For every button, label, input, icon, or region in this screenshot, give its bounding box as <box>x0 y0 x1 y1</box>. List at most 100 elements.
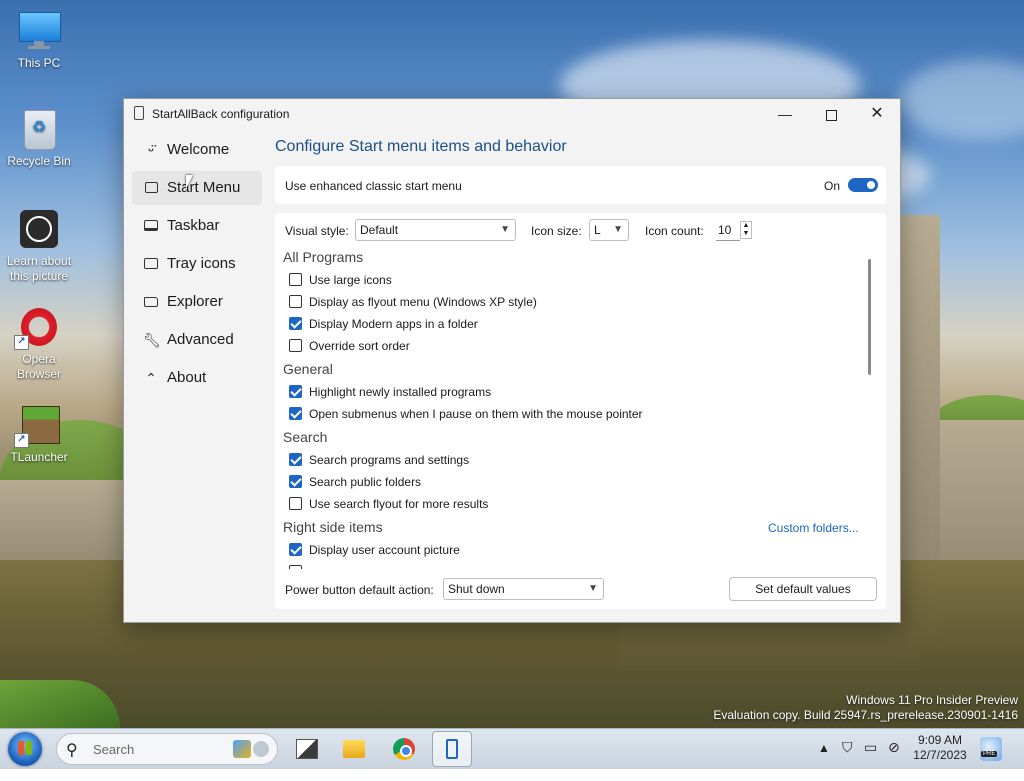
watermark-line1: Windows 11 Pro Insider Preview <box>846 693 1018 707</box>
enhanced-menu-toggle[interactable] <box>848 178 878 192</box>
nav-start-menu[interactable]: Start Menu <box>132 171 262 205</box>
section-all-programs: All Programs <box>283 249 364 265</box>
clock-time: 9:09 AM <box>917 733 963 747</box>
taskbar-icon <box>143 218 159 234</box>
search-highlight-icon <box>253 741 269 757</box>
checkbox-label: Display Modern apps in a folder <box>309 317 478 331</box>
chrome-center <box>400 745 412 757</box>
desktop-icon-this-pc[interactable]: This PC <box>0 10 78 71</box>
desktop-icon-label: This PC <box>17 56 61 70</box>
nav-label: Tray icons <box>167 255 236 272</box>
desktop-icon-opera[interactable]: ↗ Opera Browser <box>0 306 78 382</box>
startallback-window: StartAllBack configuration — ✕ ᵕ̈ Welcom… <box>123 98 901 623</box>
nav-explorer[interactable]: Explorer <box>132 285 262 319</box>
taskbar-chrome[interactable] <box>384 731 424 767</box>
visual-style-select[interactable]: Default ▼ <box>355 219 516 241</box>
taskbar-file-explorer[interactable] <box>334 731 374 767</box>
power-action-label: Power button default action: <box>285 583 434 597</box>
nav-welcome[interactable]: ᵕ̈ Welcome <box>132 133 262 167</box>
taskbar-search[interactable]: ⚲ Search <box>56 733 278 765</box>
checkbox-box[interactable] <box>289 453 302 466</box>
checkbox-box[interactable] <box>289 273 302 286</box>
windows-logo-icon <box>18 741 32 755</box>
set-default-values-button[interactable]: Set default values <box>729 577 877 601</box>
desktop-icon-tlauncher[interactable]: ↗ TLauncher <box>0 404 78 465</box>
taskbar-startallback[interactable] <box>432 731 472 767</box>
watermark-line2: Evaluation copy. Build 25947.rs_prerelea… <box>713 708 1018 722</box>
tray-icon <box>143 256 159 272</box>
shortcut-arrow-icon: ↗ <box>14 335 29 350</box>
checkbox-box[interactable] <box>289 317 302 330</box>
taskbar: ⚲ Search ▲ ⛉ ▭ ⊘ 9:09 AM 12/7/2023 PRE <box>0 728 1024 769</box>
task-view-icon <box>296 739 318 759</box>
power-action-select[interactable]: Shut down ▼ <box>443 578 604 600</box>
chevron-down-icon: ▼ <box>588 583 598 594</box>
nav-label: Advanced <box>167 331 234 348</box>
tray-network-icon[interactable]: ▭ <box>864 739 877 779</box>
checkbox-box[interactable] <box>289 543 302 556</box>
tray-volume-muted-icon[interactable]: ⊘ <box>888 739 900 779</box>
icon-size-value: L <box>594 223 601 237</box>
enhanced-menu-card: Use enhanced classic start menu On <box>275 166 886 204</box>
file-explorer-icon <box>343 740 365 758</box>
chevron-down-icon: ▼ <box>500 224 510 235</box>
about-icon: ⌃ <box>145 370 157 386</box>
smile-icon: ᵕ̈ <box>148 142 154 158</box>
checkbox-box[interactable] <box>289 295 302 308</box>
checkbox-label: Open submenus when I pause on them with … <box>309 407 643 421</box>
maximize-icon <box>825 109 837 121</box>
custom-folders-link[interactable]: Custom folders... <box>768 521 859 535</box>
camera-location-icon <box>18 208 60 250</box>
clock-date: 12/7/2023 <box>913 748 967 762</box>
nav-advanced[interactable]: 🔧︎ Advanced <box>132 323 262 357</box>
startallback-icon <box>446 739 458 759</box>
nav-label: About <box>167 369 207 386</box>
desktop-icon-recycle-bin[interactable]: ♻ Recycle Bin <box>0 108 78 169</box>
nav-about[interactable]: ⌃ About <box>132 361 262 395</box>
start-button[interactable] <box>8 732 42 766</box>
tray-shield-icon[interactable]: ⛉ <box>842 739 853 779</box>
tray-overflow-chevron-icon[interactable]: ▲ <box>818 741 830 781</box>
window-title: StartAllBack configuration <box>152 107 290 121</box>
icon-size-select[interactable]: L ▼ <box>589 219 629 241</box>
power-action-value: Shut down <box>448 582 505 596</box>
desktop-icon-learn-picture[interactable]: Learn about this picture <box>0 208 78 284</box>
wrench-icon: 🔧︎ <box>143 332 161 348</box>
icon-count-value[interactable]: 10 <box>716 220 740 241</box>
checkbox-label: Use large icons <box>309 273 392 287</box>
taskbar-clock[interactable]: 9:09 AM 12/7/2023 <box>912 733 968 763</box>
checkbox-box[interactable] <box>289 339 302 352</box>
app-icon <box>134 106 144 120</box>
start-menu-icon <box>143 180 159 196</box>
visual-style-label: Visual style: <box>285 224 349 238</box>
badge-label: PRE <box>981 751 998 757</box>
checkbox-label: Display user account picture <box>309 543 460 557</box>
checkbox-box[interactable] <box>289 475 302 488</box>
checkbox-label: Use search flyout for more results <box>309 497 489 511</box>
icon-size-label: Icon size: <box>531 224 582 238</box>
desktop-icon-label: Recycle Bin <box>7 154 71 168</box>
close-button[interactable]: ✕ <box>854 99 900 129</box>
minimize-icon: — <box>778 106 792 122</box>
checkbox-box[interactable] <box>289 565 302 569</box>
nav-label: Welcome <box>167 141 230 158</box>
checkbox-box[interactable] <box>289 407 302 420</box>
nav-label: Start Menu <box>167 179 241 196</box>
title-bar[interactable]: StartAllBack configuration — ✕ <box>124 99 900 129</box>
nav-taskbar[interactable]: Taskbar <box>132 209 262 243</box>
maximize-button[interactable] <box>808 99 854 129</box>
opera-icon: ↗ <box>14 306 60 350</box>
stepper-arrows-icon[interactable]: ▲ ▼ <box>740 221 752 239</box>
toggle-state-label: On <box>823 179 840 193</box>
task-view-button[interactable] <box>286 731 326 767</box>
checkbox-box[interactable] <box>289 497 302 510</box>
icon-count-stepper[interactable]: 10 ▲ ▼ <box>716 220 754 241</box>
notification-badge[interactable]: PRE <box>980 737 1002 761</box>
nav-tray-icons[interactable]: Tray icons <box>132 247 262 281</box>
options-scrollbar[interactable] <box>868 259 871 375</box>
checkbox-box[interactable] <box>289 385 302 398</box>
section-general: General <box>283 361 333 377</box>
minimize-button[interactable]: — <box>762 99 808 129</box>
nav-label: Explorer <box>167 293 223 310</box>
search-placeholder: Search <box>93 742 135 757</box>
